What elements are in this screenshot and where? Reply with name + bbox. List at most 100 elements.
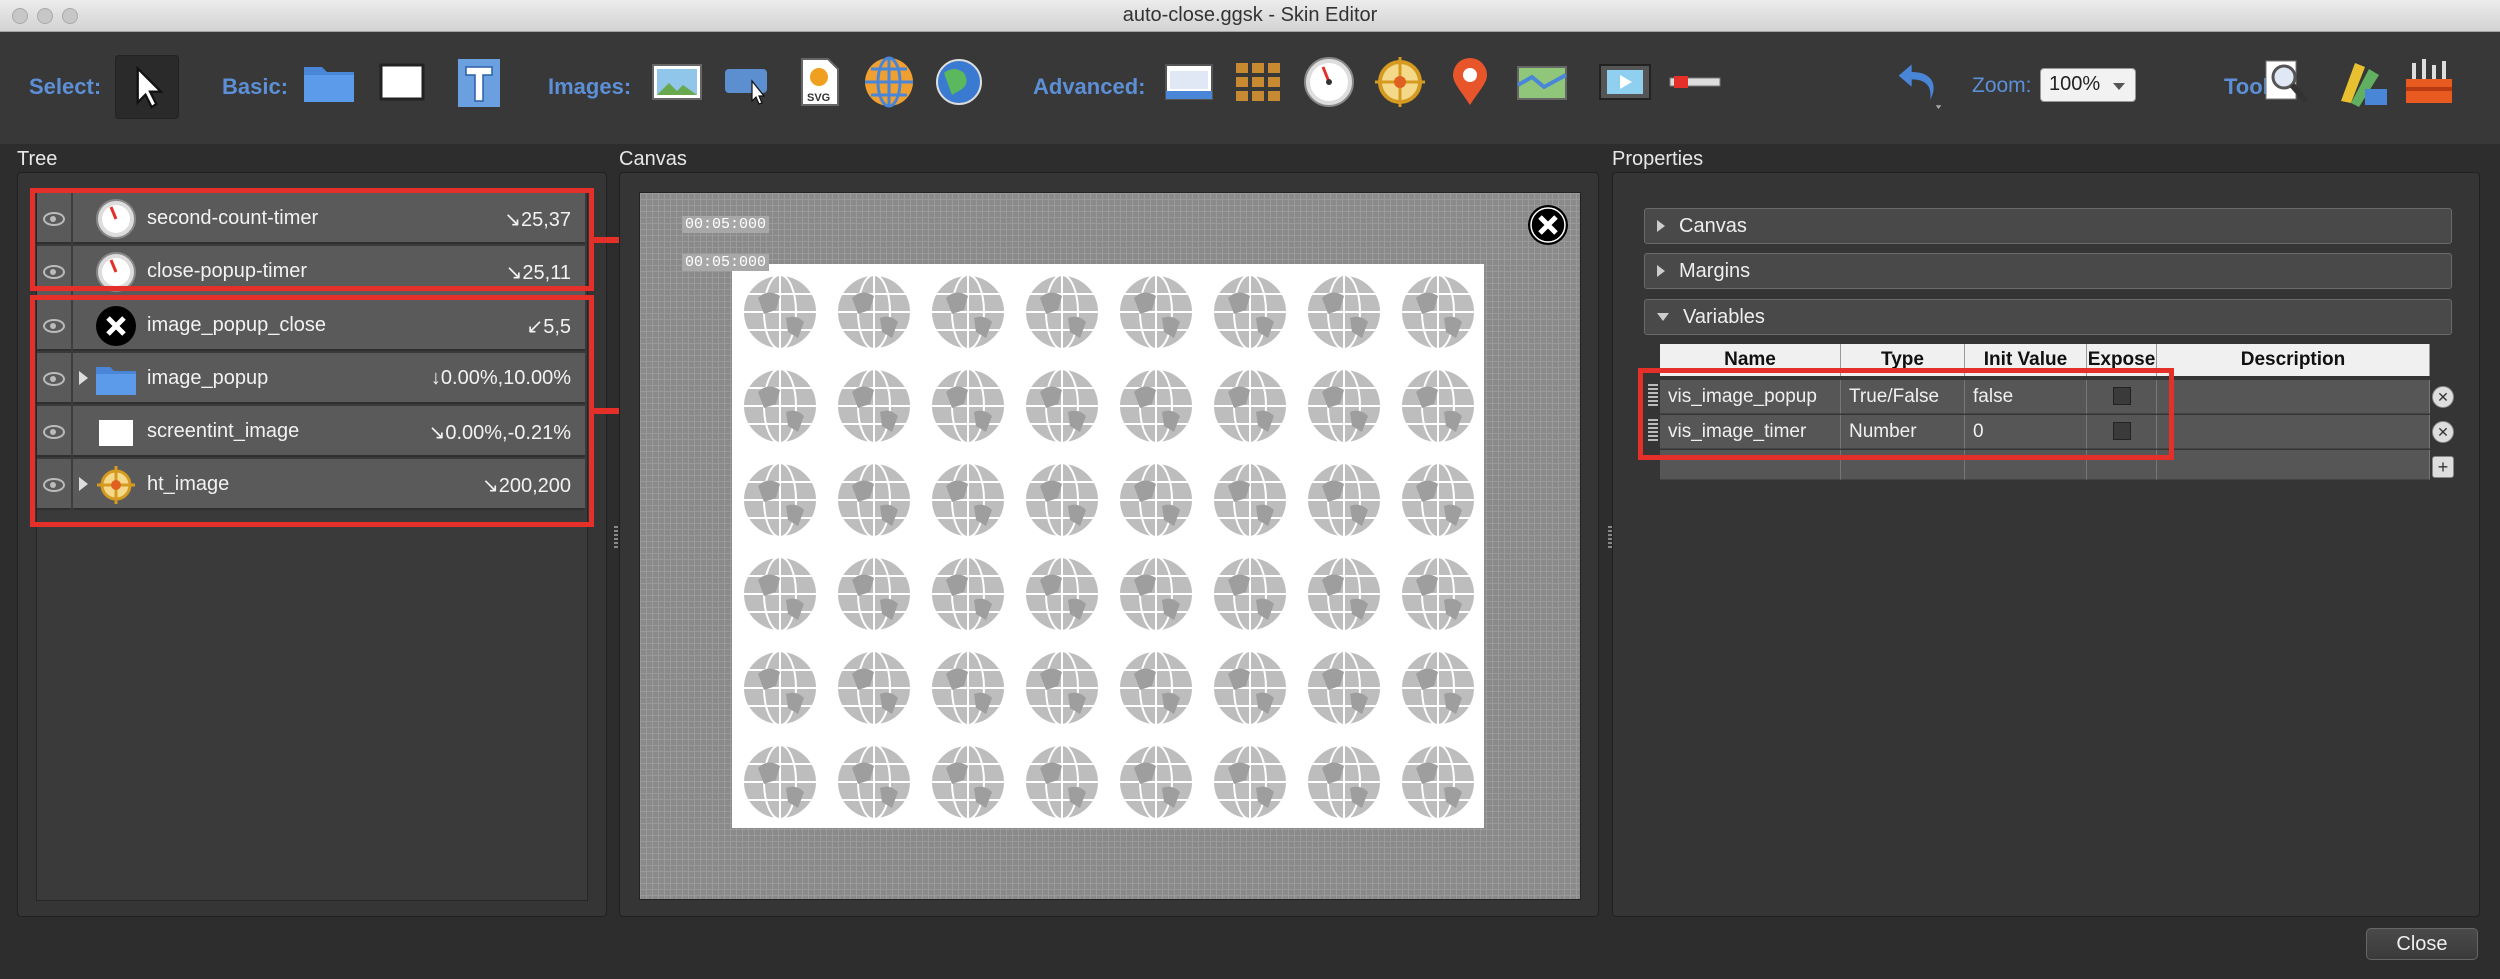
hotspot-globe-icon [936,59,982,105]
undo-button[interactable] [1895,55,1945,113]
search-tool-button[interactable] [2262,55,2316,109]
globe-icon [742,368,818,444]
image-tool-button[interactable] [650,55,704,109]
timer-display-1: 00:05:000 [682,216,770,233]
cloner-icon [1165,64,1213,100]
plus-icon: + [2437,456,2449,477]
scrollbar-icon [1669,76,1721,88]
pointer-icon [136,65,164,109]
globe-icon [1400,368,1476,444]
select-label: Select: [29,74,102,99]
pin-tool-button[interactable] [1443,55,1497,109]
pin-icon [1453,58,1487,105]
globe-icon [836,650,912,726]
globe-icon [1306,744,1382,820]
toolbox-icon [2406,59,2452,103]
globe-icon [1212,556,1288,632]
undo-icon [1898,64,1942,109]
scrollbar-tool-button[interactable] [1668,55,1722,109]
empty-row-cell[interactable] [2157,450,2430,480]
image-popup-preview[interactable] [732,264,1484,828]
folder-icon [304,67,354,102]
minimize-window-button[interactable] [37,8,53,24]
section-margins[interactable]: Margins [1644,253,2452,289]
globe-icon [1118,462,1194,538]
canvas-panel-title: Canvas [619,148,687,170]
tree-panel-title: Tree [17,148,58,170]
globe-icon [1024,274,1100,350]
globe-icon [1024,368,1100,444]
section-label: Variables [1683,305,1765,328]
globe-icon [1024,650,1100,726]
grid-icon [1236,63,1280,101]
globe-icon [836,744,912,820]
globe-icon [836,462,912,538]
timer-display-2: 00:05:000 [682,254,770,271]
cloner-tool-button[interactable] [1163,55,1217,109]
color-icon [2341,63,2387,107]
compass-tool-button[interactable] [1373,55,1427,109]
globe-icon [1118,274,1194,350]
toolbox-tool-button[interactable] [2402,55,2456,109]
zoom-label: Zoom: [1972,74,2032,97]
section-variables[interactable]: Variables [1644,299,2452,335]
globe-icon [1306,556,1382,632]
remove-variable-button[interactable]: ✕ [2432,386,2454,408]
svg-tool-button[interactable]: SVG [792,55,846,109]
hotspot-globe-tool-button[interactable] [932,55,986,109]
section-label: Canvas [1679,214,1747,237]
remove-variable-button[interactable]: ✕ [2432,421,2454,443]
globe-icon [742,274,818,350]
left-splitter[interactable] [614,526,618,550]
zoom-window-button[interactable] [62,8,78,24]
pointer-tool-button[interactable] [115,55,179,119]
column-header-description[interactable]: Description [2157,344,2430,376]
zoom-select[interactable]: 100% [2040,68,2136,102]
video-tool-button[interactable] [1598,55,1652,109]
globe-icon [1118,650,1194,726]
globe-icon [930,556,1006,632]
expand-arrow-icon [1657,265,1665,277]
svg-icon: SVG [801,58,839,106]
rectangle-tool-button[interactable] [375,55,429,109]
map-tool-button[interactable] [1515,55,1569,109]
advanced-label: Advanced: [1033,74,1146,99]
globe-icon [836,556,912,632]
map-icon [1517,66,1567,100]
globe-tool-button[interactable] [862,55,916,109]
globe-icon [865,56,913,108]
hotspot-image-icon [725,69,767,105]
globe-icon [1400,462,1476,538]
globe-icon [1306,274,1382,350]
globe-icon [930,274,1006,350]
highlight-timers-box [30,188,594,291]
text-tool-button[interactable] [452,55,506,109]
basic-label: Basic: [222,74,289,99]
close-window-button[interactable] [12,8,28,24]
grid-tool-button[interactable] [1232,55,1286,109]
globe-icon [1118,556,1194,632]
hotspot-image-tool-button[interactable] [722,55,776,109]
container-tool-button[interactable] [302,55,356,109]
globe-icon [1306,462,1382,538]
timer-tool-button[interactable] [1302,55,1356,109]
close-button[interactable]: Close [2366,928,2478,960]
globe-pattern [740,272,1484,828]
globe-icon [1024,556,1100,632]
variable-description-cell[interactable] [2157,415,2430,449]
globe-icon [1306,368,1382,444]
color-tool-button[interactable] [2335,55,2389,109]
canvas-close-icon[interactable] [1527,204,1569,246]
globe-icon [1400,650,1476,726]
globe-icon [1024,462,1100,538]
globe-icon [1212,744,1288,820]
text-icon [458,59,500,107]
globe-icon [1118,368,1194,444]
window-titlebar: auto-close.ggsk - Skin Editor [0,0,2500,32]
globe-icon [1400,556,1476,632]
section-canvas[interactable]: Canvas [1644,208,2452,244]
globe-icon [1400,274,1476,350]
variable-description-cell[interactable] [2157,380,2430,414]
add-variable-button[interactable]: + [2432,456,2454,478]
zoom-value: 100% [2049,73,2101,95]
